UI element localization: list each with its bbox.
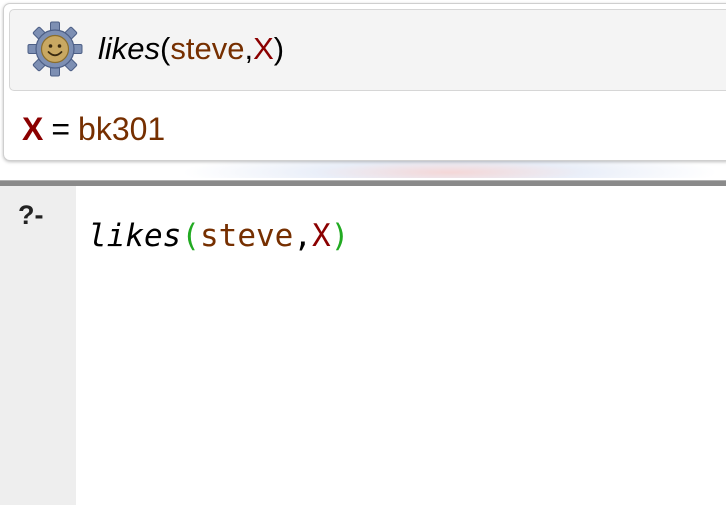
results-pane: likes(steve,X) X = bk301 (0, 0, 726, 178)
editor-code-line[interactable]: likes(steve,X) (88, 214, 349, 258)
query-editor-pane: ?- likes(steve,X) (0, 186, 726, 505)
query-variable-arg: X (253, 31, 274, 66)
swi-prolog-logo-icon (27, 21, 83, 77)
binding-equals: = (51, 111, 71, 147)
query-atom-arg: steve (170, 31, 245, 66)
query-comma: , (244, 31, 254, 66)
query-editor[interactable]: likes(steve,X) (76, 186, 726, 505)
editor-open-paren: ( (181, 218, 200, 254)
editor-atom-arg: steve (200, 218, 294, 254)
editor-comma: , (293, 218, 312, 254)
answer-card: likes(steve,X) X = bk301 (3, 3, 726, 161)
binding-variable: X (22, 111, 44, 147)
query-open-paren: ( (160, 31, 171, 66)
answer-binding: X = bk301 (22, 109, 165, 149)
editor-variable-arg: X (312, 218, 331, 254)
binding-value: bk301 (78, 111, 166, 147)
swish-page: likes(steve,X) X = bk301 ?- likes(steve,X) (0, 0, 726, 505)
query-close-paren: ) (273, 31, 285, 66)
prompt-gutter: ?- (0, 186, 76, 505)
query-header[interactable]: likes(steve,X) (9, 9, 726, 91)
editor-predicate: likes (88, 218, 182, 254)
query-predicate: likes (98, 31, 161, 66)
query-prompt: ?- (18, 200, 44, 230)
answer-query-text: likes(steve,X) (98, 29, 284, 69)
editor-close-paren: ) (330, 218, 350, 254)
